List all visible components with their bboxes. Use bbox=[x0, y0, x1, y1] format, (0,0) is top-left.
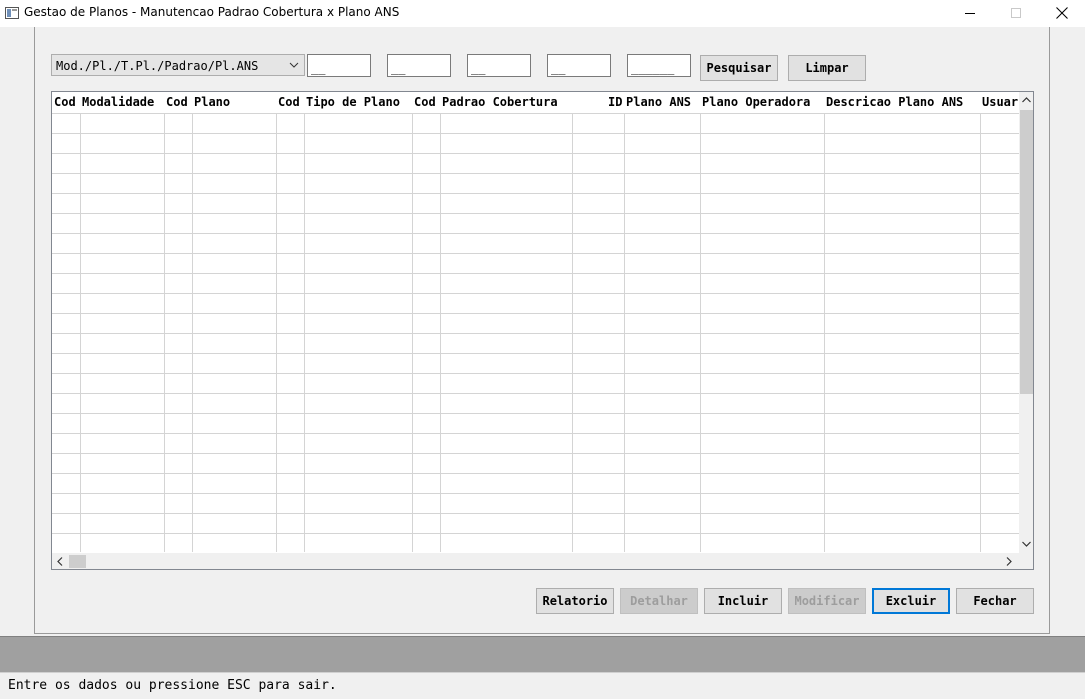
grid-row-line bbox=[52, 293, 1020, 294]
bottom-strip bbox=[0, 636, 1085, 672]
column-header-cod-padrao[interactable]: Cod bbox=[414, 95, 436, 109]
search-button[interactable]: Pesquisar bbox=[700, 55, 778, 81]
grid-row-line bbox=[52, 393, 1020, 394]
chevron-down-icon bbox=[289, 62, 299, 68]
filter-input-2[interactable] bbox=[388, 55, 450, 76]
grid-row-line bbox=[52, 513, 1020, 514]
column-header-plano-operadora[interactable]: Plano Operadora bbox=[702, 95, 810, 109]
grid-row-line bbox=[52, 253, 1020, 254]
filter-input-4[interactable] bbox=[548, 55, 610, 76]
grid-row-line bbox=[52, 133, 1020, 134]
grid-row-line bbox=[52, 433, 1020, 434]
minimize-button[interactable] bbox=[947, 0, 993, 27]
filter-input-1[interactable] bbox=[308, 55, 370, 76]
grid-row-line bbox=[52, 473, 1020, 474]
column-header-plano[interactable]: Plano bbox=[194, 95, 230, 109]
status-bar: Entre os dados ou pressione ESC para sai… bbox=[0, 672, 1085, 699]
grid-row-line bbox=[52, 213, 1020, 214]
column-header-usuario[interactable]: Usuar bbox=[982, 95, 1019, 109]
column-header-id[interactable]: ID bbox=[608, 95, 622, 109]
grid-row-line bbox=[52, 313, 1020, 314]
window-title: Gestao de Planos - Manutencao Padrao Cob… bbox=[24, 5, 400, 19]
filter-field-5[interactable] bbox=[627, 54, 691, 77]
vertical-scroll-thumb[interactable] bbox=[1020, 110, 1033, 394]
horizontal-scroll-thumb[interactable] bbox=[69, 555, 86, 568]
column-header-cod-modalidade[interactable]: Cod bbox=[54, 95, 76, 109]
column-header-cod-plano[interactable]: Cod bbox=[166, 95, 188, 109]
scroll-right-icon[interactable] bbox=[1006, 557, 1012, 566]
grid-row-line bbox=[52, 373, 1020, 374]
column-header-descricao-plano-ans[interactable]: Descricao Plano ANS bbox=[826, 95, 963, 109]
filter-field-1[interactable] bbox=[307, 54, 371, 77]
grid-row-line bbox=[52, 493, 1020, 494]
grid-row-line bbox=[52, 413, 1020, 414]
status-message: Entre os dados ou pressione ESC para sai… bbox=[8, 678, 337, 693]
grid-row-line bbox=[52, 113, 1020, 114]
horizontal-scrollbar[interactable] bbox=[52, 553, 1033, 569]
maximize-icon bbox=[1011, 8, 1021, 18]
grid-header: Cod Modalidade Cod Plano Cod Tipo de Pla… bbox=[52, 92, 1020, 113]
grid-row-line bbox=[52, 333, 1020, 334]
grid-row-line bbox=[52, 273, 1020, 274]
scroll-up-icon[interactable] bbox=[1022, 97, 1031, 103]
close-icon bbox=[1056, 7, 1068, 19]
filter-input-3[interactable] bbox=[468, 55, 530, 76]
maximize-button[interactable] bbox=[993, 0, 1039, 27]
vertical-scrollbar[interactable] bbox=[1019, 92, 1033, 553]
detail-button[interactable]: Detalhar bbox=[620, 588, 698, 614]
close-window-button[interactable] bbox=[1039, 0, 1085, 27]
filter-field-2[interactable] bbox=[387, 54, 451, 77]
column-header-cod-tipo[interactable]: Cod bbox=[278, 95, 300, 109]
filter-field-3[interactable] bbox=[467, 54, 531, 77]
search-mode-value: Mod./Pl./T.Pl./Padrao/Pl.ANS bbox=[56, 59, 259, 73]
column-header-tipo-plano[interactable]: Tipo de Plano bbox=[306, 95, 400, 109]
column-header-plano-ans[interactable]: Plano ANS bbox=[626, 95, 691, 109]
grid-row-line bbox=[52, 533, 1020, 534]
grid-row-line bbox=[52, 453, 1020, 454]
search-mode-select[interactable]: Mod./Pl./T.Pl./Padrao/Pl.ANS bbox=[51, 54, 305, 76]
column-header-modalidade[interactable]: Modalidade bbox=[82, 95, 154, 109]
filter-input-5[interactable] bbox=[628, 55, 690, 76]
close-button[interactable]: Fechar bbox=[956, 588, 1034, 614]
column-header-padrao-cobertura[interactable]: Padrao Cobertura bbox=[442, 95, 558, 109]
filter-field-4[interactable] bbox=[547, 54, 611, 77]
grid-row-line bbox=[52, 233, 1020, 234]
title-bar: Gestao de Planos - Manutencao Padrao Cob… bbox=[0, 0, 1085, 27]
grid-row-line bbox=[52, 173, 1020, 174]
minimize-icon bbox=[965, 13, 975, 14]
report-button[interactable]: Relatorio bbox=[536, 588, 614, 614]
include-button[interactable]: Incluir bbox=[704, 588, 782, 614]
grid-row-line bbox=[52, 353, 1020, 354]
delete-button[interactable]: Excluir bbox=[872, 588, 950, 614]
scroll-down-icon[interactable] bbox=[1022, 541, 1031, 547]
app-icon bbox=[5, 7, 19, 19]
grid-row-line bbox=[52, 153, 1020, 154]
grid-row-line bbox=[52, 193, 1020, 194]
modify-button[interactable]: Modificar bbox=[788, 588, 866, 614]
scroll-left-icon[interactable] bbox=[57, 557, 63, 566]
results-grid[interactable]: Cod Modalidade Cod Plano Cod Tipo de Pla… bbox=[51, 91, 1034, 570]
clear-button[interactable]: Limpar bbox=[788, 55, 866, 81]
